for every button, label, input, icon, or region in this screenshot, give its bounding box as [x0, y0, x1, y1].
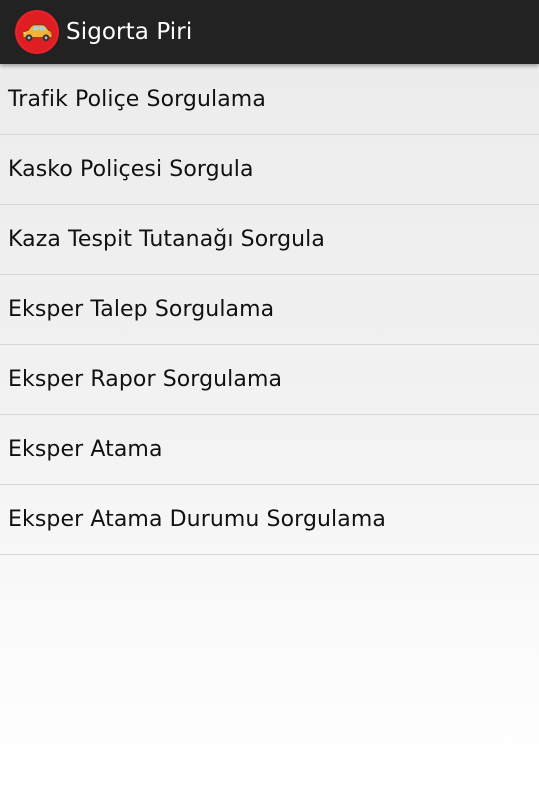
menu-item-kaza-tespit-tutanagi-sorgula[interactable]: Kaza Tespit Tutanağı Sorgula: [0, 205, 539, 275]
car-logo-icon: [15, 10, 59, 54]
app-bar: Sigorta Piri: [0, 0, 539, 64]
menu-item-eksper-atama[interactable]: Eksper Atama: [0, 415, 539, 485]
menu-item-eksper-talep-sorgulama[interactable]: Eksper Talep Sorgulama: [0, 275, 539, 345]
menu-item-eksper-rapor-sorgulama[interactable]: Eksper Rapor Sorgulama: [0, 345, 539, 415]
menu-item-kasko-policesi-sorgula[interactable]: Kasko Poliçesi Sorgula: [0, 135, 539, 205]
menu-item-trafik-police-sorgulama[interactable]: Trafik Poliçe Sorgulama: [0, 65, 539, 135]
menu-item-eksper-atama-durumu-sorgulama[interactable]: Eksper Atama Durumu Sorgulama: [0, 485, 539, 555]
menu-list: Trafik Poliçe Sorgulama Kasko Poliçesi S…: [0, 65, 539, 555]
app-title: Sigorta Piri: [66, 19, 193, 45]
